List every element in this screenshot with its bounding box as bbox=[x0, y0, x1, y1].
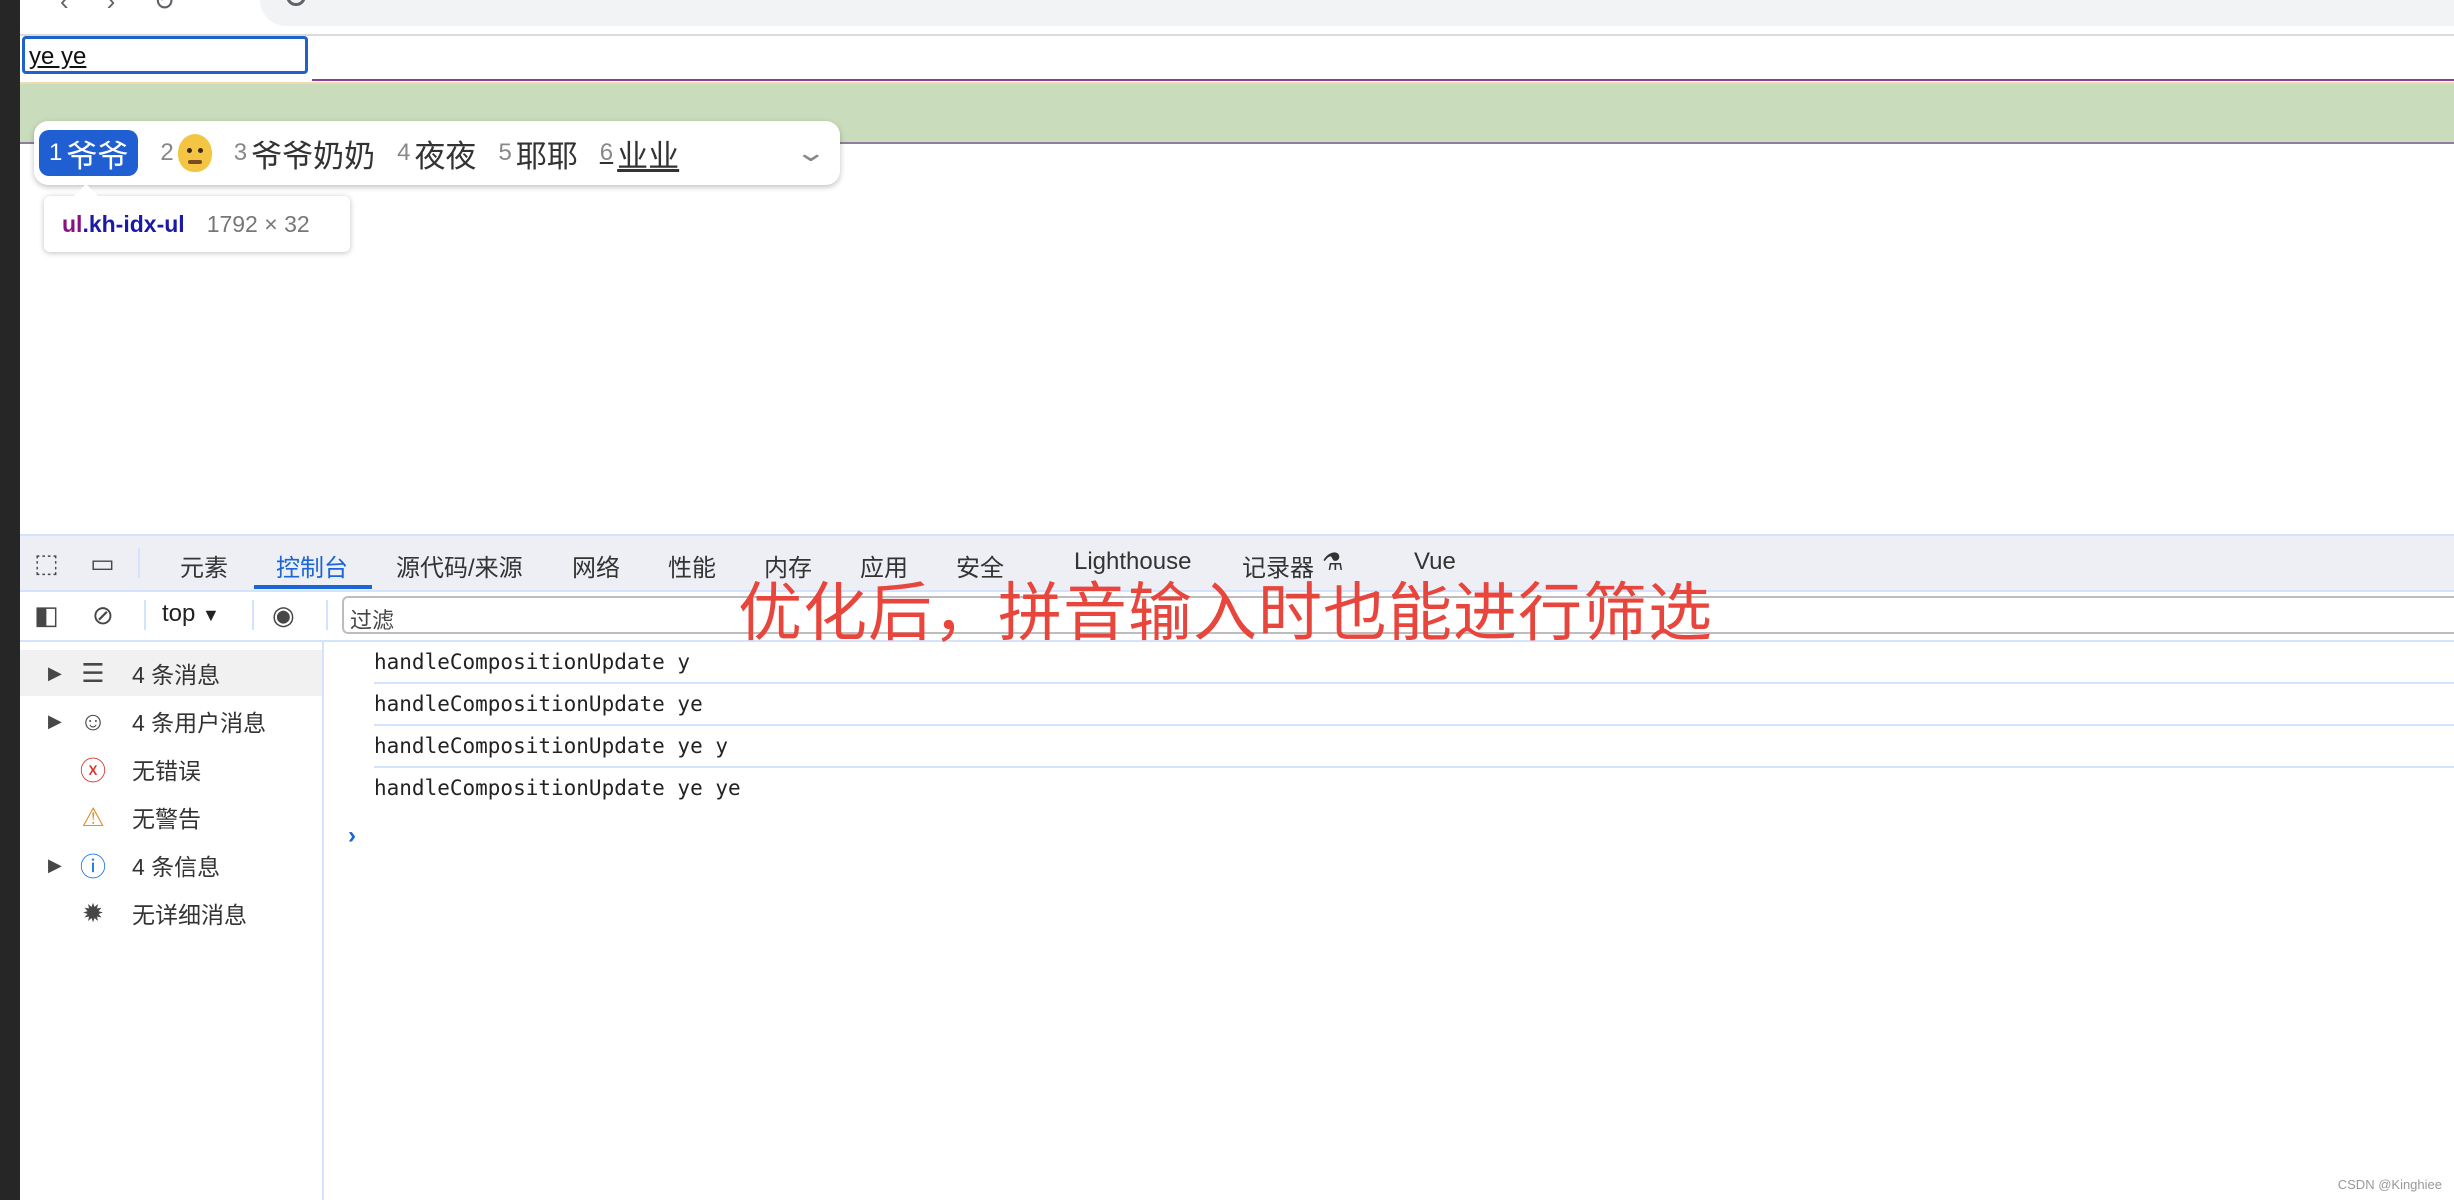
inspect-element-icon[interactable]: ⬚ bbox=[34, 548, 59, 579]
element-highlight-border bbox=[312, 79, 2454, 81]
ime-candidate[interactable]: 5 耶耶 bbox=[498, 131, 577, 176]
address-url: localhost:3000 bbox=[326, 0, 481, 4]
forward-icon[interactable]: › bbox=[107, 0, 116, 17]
sidebar-item-label: 无错误 bbox=[132, 758, 201, 784]
candidate-text: 耶耶 bbox=[515, 138, 578, 174]
console-message: handleCompositionUpdate ye y bbox=[374, 726, 2454, 768]
device-toolbar-icon[interactable]: ▭ bbox=[90, 548, 115, 579]
sidebar-item-info[interactable]: ▶ ⓘ 4 条信息 bbox=[20, 842, 322, 888]
dropdown-arrow-icon: ▼ bbox=[202, 605, 220, 625]
tab-network[interactable]: 网络 bbox=[572, 548, 620, 583]
divider bbox=[138, 548, 140, 578]
expand-arrow-icon[interactable]: ▶ bbox=[48, 855, 62, 876]
ime-candidate[interactable]: 6 业业 bbox=[600, 131, 679, 176]
candidate-number: 2 bbox=[160, 139, 174, 166]
console-sidebar: ▶ ☰ 4 条消息 ▶ ☺ 4 条用户消息 ⓧ 无错误 ⚠ 无警告 ▶ ⓘ 4 … bbox=[20, 642, 324, 1200]
active-tab-indicator bbox=[254, 585, 372, 589]
page-viewport: ye ye 1 爷爷 2 3 爷爷奶奶 4 夜夜 5 耶耶 6 业业 ⌄ ul … bbox=[20, 36, 2454, 532]
sidebar-item-errors[interactable]: ⓧ 无错误 bbox=[20, 746, 322, 792]
ime-candidate[interactable]: 2 bbox=[160, 134, 212, 172]
desktop-edge bbox=[0, 0, 20, 1200]
chevron-down-icon[interactable]: ⌄ bbox=[795, 137, 828, 168]
tooltip-class: .kh-idx-ul bbox=[82, 210, 185, 237]
annotation-text: 优化后，拼音输入时也能进行筛选 bbox=[738, 577, 1713, 649]
divider bbox=[144, 600, 146, 630]
candidate-number: 1 bbox=[49, 139, 63, 166]
tooltip-size: 1792 × 32 bbox=[206, 210, 310, 237]
candidate-number: 3 bbox=[233, 139, 248, 166]
warning-icon: ⚠ bbox=[81, 801, 105, 832]
candidate-text: 业业 bbox=[617, 138, 680, 174]
candidate-number: 6 bbox=[599, 139, 614, 166]
tab-elements[interactable]: 元素 bbox=[180, 548, 228, 583]
info-icon: ⓘ bbox=[79, 851, 106, 882]
tab-performance[interactable]: 性能 bbox=[668, 548, 716, 583]
inspect-tooltip: ul .kh-idx-ul 1792 × 32 bbox=[44, 184, 350, 252]
ime-candidate[interactable]: 4 夜夜 bbox=[397, 131, 476, 176]
bug-icon: ✹ bbox=[82, 897, 104, 928]
sidebar-item-messages[interactable]: ▶ ☰ 4 条消息 bbox=[20, 650, 322, 696]
ime-candidate-bar: 1 爷爷 2 3 爷爷奶奶 4 夜夜 5 耶耶 6 业业 ⌄ bbox=[34, 121, 840, 185]
candidate-number: 5 bbox=[498, 139, 512, 166]
sidebar-item-label: 无警告 bbox=[132, 806, 201, 832]
tooltip-tag: ul bbox=[62, 210, 83, 237]
context-value: top bbox=[162, 600, 196, 627]
list-icon: ☰ bbox=[81, 657, 105, 688]
sidebar-item-verbose[interactable]: ✹ 无详细消息 bbox=[20, 890, 322, 936]
site-info-icon[interactable] bbox=[286, 0, 306, 6]
live-expression-eye-icon[interactable]: ◉ bbox=[272, 600, 295, 631]
divider bbox=[326, 600, 328, 630]
search-input[interactable]: ye ye bbox=[22, 36, 308, 74]
address-bar[interactable]: localhost:3000 bbox=[260, 0, 2454, 26]
sidebar-item-label: 4 条信息 bbox=[132, 854, 221, 880]
browser-toolbar: ‹ › ↻ localhost:3000 bbox=[20, 0, 2454, 36]
candidate-text: 爷爷 bbox=[66, 138, 129, 174]
watermark: CSDN @Kinghiee bbox=[2337, 1177, 2442, 1192]
candidate-text: 爷爷奶奶 bbox=[251, 138, 376, 174]
ime-candidate[interactable]: 3 爷爷奶奶 bbox=[234, 131, 375, 176]
ime-candidate[interactable]: 1 爷爷 bbox=[39, 130, 139, 176]
tab-sources[interactable]: 源代码/来源 bbox=[396, 548, 523, 583]
sidebar-item-user-messages[interactable]: ▶ ☺ 4 条用户消息 bbox=[20, 698, 322, 744]
context-selector[interactable]: top ▼ bbox=[162, 600, 220, 628]
divider bbox=[252, 600, 254, 630]
console-message: handleCompositionUpdate ye bbox=[374, 684, 2454, 726]
sidebar-item-label: 无详细消息 bbox=[132, 902, 247, 928]
expand-arrow-icon[interactable]: ▶ bbox=[48, 663, 62, 684]
console-prompt-icon[interactable]: › bbox=[348, 822, 356, 850]
candidate-number: 4 bbox=[397, 139, 411, 166]
tab-console[interactable]: 控制台 bbox=[276, 548, 348, 583]
sidebar-item-warnings[interactable]: ⚠ 无警告 bbox=[20, 794, 322, 840]
console-message: handleCompositionUpdate ye ye bbox=[374, 776, 741, 800]
candidate-text: 夜夜 bbox=[414, 138, 477, 174]
console-output: handleCompositionUpdate y handleComposit… bbox=[324, 642, 2454, 1200]
clear-console-icon[interactable]: ⊘ bbox=[92, 600, 114, 631]
sidebar-toggle-icon[interactable]: ◧ bbox=[34, 600, 59, 631]
older-man-emoji-icon bbox=[177, 134, 212, 172]
expand-arrow-icon[interactable]: ▶ bbox=[48, 711, 62, 732]
sidebar-item-label: 4 条用户消息 bbox=[132, 710, 267, 736]
reload-icon[interactable]: ↻ bbox=[153, 0, 175, 17]
user-circle-icon: ☺ bbox=[79, 705, 107, 736]
sidebar-item-label: 4 条消息 bbox=[132, 662, 221, 688]
back-icon[interactable]: ‹ bbox=[60, 0, 69, 17]
error-icon: ⓧ bbox=[79, 755, 106, 786]
